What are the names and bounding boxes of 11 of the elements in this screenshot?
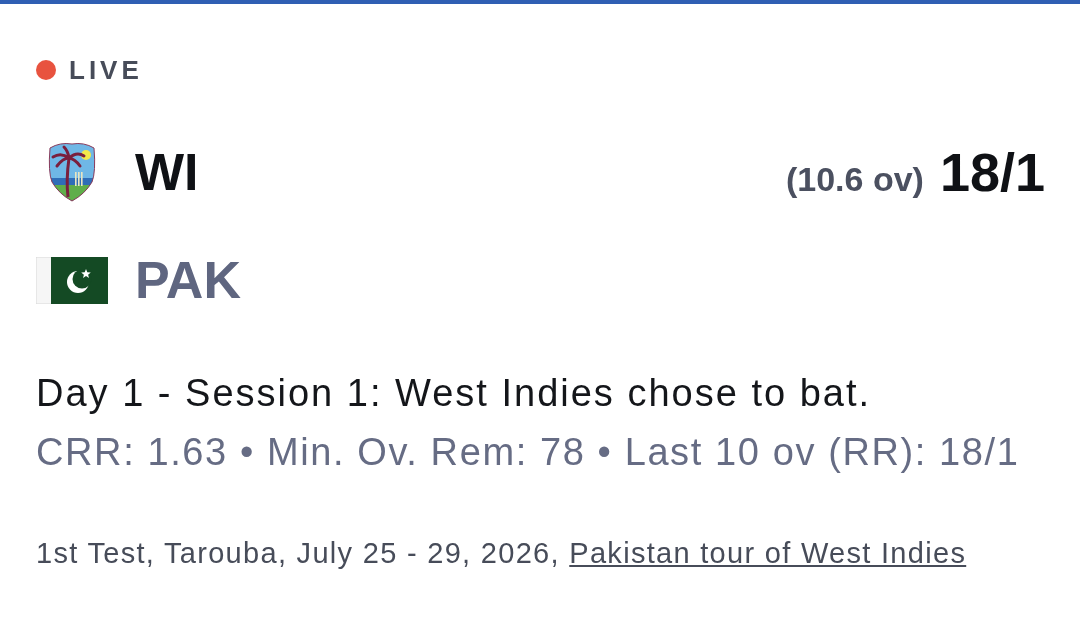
run-rate-stats: CRR: 1.63 • Min. Ov. Rem: 78 • Last 10 ov (RR): 18/1: [36, 430, 1021, 475]
team-name: WI: [135, 142, 199, 202]
crescent-star-flag-icon: [36, 256, 108, 304]
palm-tree-shield-icon: [47, 142, 97, 202]
score-text: 18/1: [939, 141, 1045, 203]
match-status-text: Day 1 - Session 1: West Indies chose to bat.: [36, 371, 872, 416]
match-info-text: 1st Test, Tarouba, July 25 - 29, 2026, Pakistan tour of West Indies: [36, 536, 968, 571]
live-label: LIVE: [69, 54, 143, 86]
overs-text: (10.6 ov): [785, 160, 924, 199]
series-link[interactable]: Pakistan tour of West Indies: [569, 537, 967, 569]
team-name: PAK: [135, 250, 241, 310]
